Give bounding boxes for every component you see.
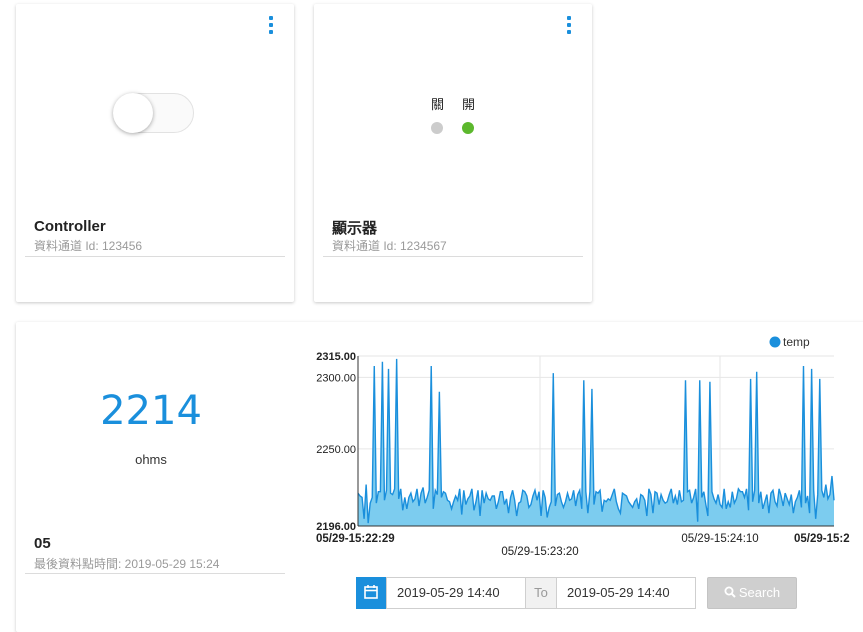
divider — [25, 573, 285, 574]
last-update-time: 最後資料點時間: 2019-05-29 15:24 — [34, 557, 220, 571]
y-tick-label: 2300.00 — [316, 372, 356, 384]
to-date-input[interactable]: 2019-05-29 14:40 — [556, 577, 696, 609]
display-more-options-icon[interactable] — [562, 16, 576, 36]
display-channel-id: 資料通道 Id: 1234567 — [332, 239, 447, 253]
controller-toggle-switch[interactable] — [113, 93, 194, 133]
on-label: 開 — [462, 97, 476, 112]
to-label: To — [526, 577, 556, 609]
sensor-title: 05 — [34, 535, 51, 552]
search-button-label: Search — [738, 585, 781, 600]
value-unit: ohms — [135, 452, 167, 467]
temp-area-chart: 2196.002250.002300.002315.00 05/29-15:22… — [316, 335, 850, 558]
calendar-icon — [364, 585, 378, 599]
divider — [25, 256, 285, 257]
search-icon — [724, 586, 736, 598]
x-tick-label: 05/29-15:24:10 — [681, 533, 758, 545]
toggle-knob — [113, 93, 153, 133]
y-tick-label: 2250.00 — [316, 444, 356, 456]
controller-channel-id: 資料通道 Id: 123456 — [34, 239, 143, 253]
controller-title: Controller — [34, 218, 106, 235]
x-tick-labels: 05/29-15:22:29 05/29-15:23:20 05/29-15:24:… — [316, 533, 850, 558]
on-indicator-dot — [462, 122, 474, 134]
y-tick-label: 2196.00 — [316, 521, 356, 533]
y-tick-labels: 2196.00 2250.00 2300.00 2315.00 — [316, 351, 356, 533]
off-indicator-dot — [431, 122, 443, 134]
from-date-input[interactable]: 2019-05-29 14:40 — [386, 577, 526, 609]
x-tick-label: 05/29-15:22:29 — [316, 533, 395, 545]
calendar-button[interactable] — [356, 577, 386, 609]
y-tick-label: 2315.00 — [316, 351, 356, 363]
x-tick-label: 05/29-15:23:20 — [501, 546, 578, 558]
off-label: 關 — [431, 97, 445, 112]
current-value: 2214 — [100, 388, 202, 434]
x-tick-label: 05/29-15:2 — [794, 533, 850, 545]
legend-swatch-temp — [769, 336, 781, 348]
divider — [323, 256, 583, 257]
display-widget-card: 關 開 顯示器 資料通道 Id: 1234567 — [314, 4, 592, 302]
chart-legend: temp — [769, 335, 810, 349]
controller-more-options-icon[interactable] — [264, 16, 278, 36]
search-button[interactable]: Search — [707, 577, 797, 609]
controller-widget-card: Controller 資料通道 Id: 123456 — [16, 4, 294, 302]
display-title: 顯示器 — [332, 220, 378, 237]
legend-label-temp[interactable]: temp — [783, 335, 810, 349]
